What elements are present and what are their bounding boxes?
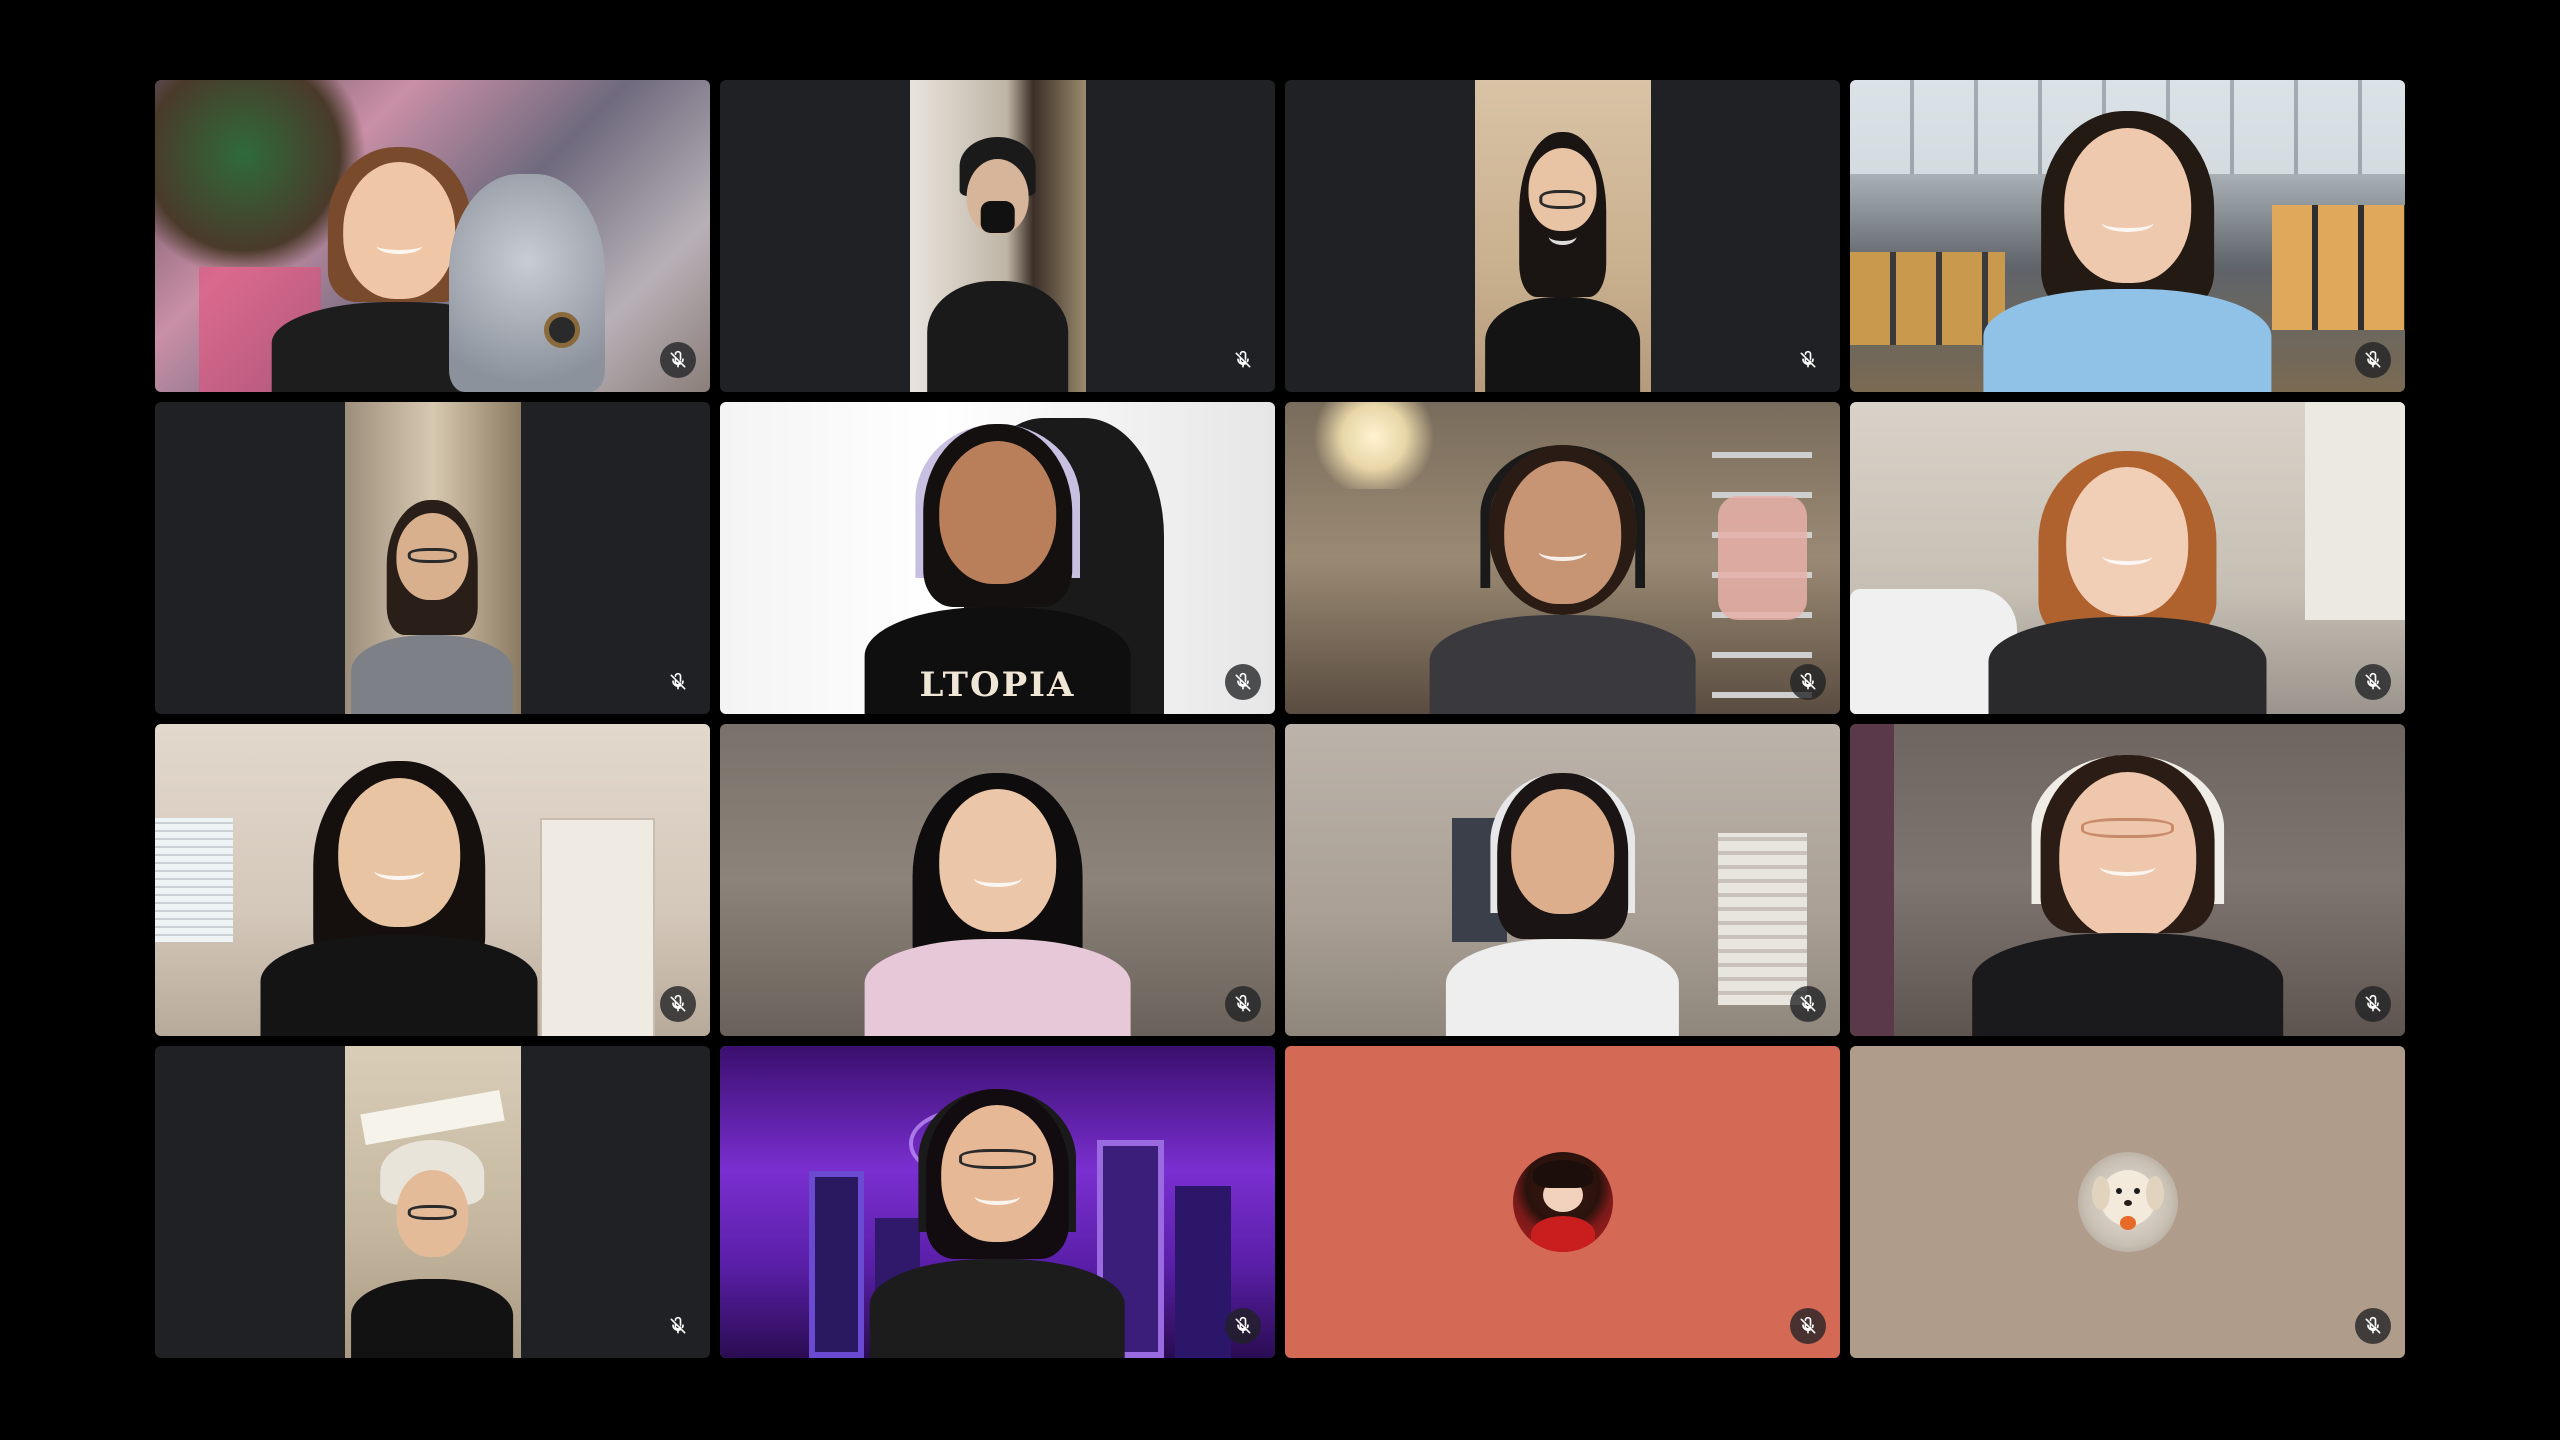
- participant-video: [155, 724, 710, 1036]
- mic-off-icon: [660, 1308, 696, 1344]
- participant-tile-15-camera-off[interactable]: [1285, 1046, 1840, 1358]
- participant-tile-9[interactable]: [155, 724, 710, 1036]
- avatar: [2077, 1152, 2178, 1252]
- participant-tile-2[interactable]: [720, 80, 1275, 392]
- participant-tile-13[interactable]: [155, 1046, 710, 1358]
- participant-video: [1850, 80, 2405, 392]
- participant-tile-7[interactable]: [1285, 402, 1840, 714]
- participant-video: [344, 1046, 521, 1358]
- participant-tile-8[interactable]: [1850, 402, 2405, 714]
- participant-tile-10[interactable]: [720, 724, 1275, 1036]
- mic-off-icon: [2355, 1308, 2391, 1344]
- mic-off-icon: [1790, 986, 1826, 1022]
- participant-tile-3[interactable]: [1285, 80, 1840, 392]
- avatar: [1512, 1152, 1613, 1252]
- mic-off-icon: [1790, 664, 1826, 700]
- participant-video: [1474, 80, 1651, 392]
- mic-off-icon: [660, 664, 696, 700]
- participant-tile-14-active-speaker[interactable]: [720, 1046, 1275, 1358]
- mic-off-icon: [1225, 342, 1261, 378]
- mic-off-icon: [1790, 1308, 1826, 1344]
- participant-video: [155, 80, 710, 392]
- participant-video: [909, 80, 1086, 392]
- mic-off-icon: [1225, 664, 1261, 700]
- participant-video: [1285, 402, 1840, 714]
- participant-video: [720, 1046, 1275, 1358]
- participant-tile-16-camera-off[interactable]: [1850, 1046, 2405, 1358]
- mic-off-icon: [2355, 986, 2391, 1022]
- participant-video: LTOPIA: [720, 402, 1275, 714]
- participant-tile-12[interactable]: [1850, 724, 2405, 1036]
- mic-off-icon: [1225, 986, 1261, 1022]
- participant-tile-4[interactable]: [1850, 80, 2405, 392]
- participant-video: [344, 402, 521, 714]
- mic-off-icon: [1790, 342, 1826, 378]
- participant-video: [1850, 402, 2405, 714]
- participant-video: [720, 724, 1275, 1036]
- mic-off-icon: [660, 986, 696, 1022]
- video-call-stage: LTOPIA: [0, 0, 2560, 1440]
- mic-off-icon: [1225, 1308, 1261, 1344]
- participant-tile-5[interactable]: [155, 402, 710, 714]
- shirt-text: LTOPIA: [919, 665, 1076, 706]
- participant-video: [1285, 724, 1840, 1036]
- mic-off-icon: [2355, 664, 2391, 700]
- mic-off-icon: [660, 342, 696, 378]
- participant-grid: LTOPIA: [155, 80, 2405, 1358]
- participant-tile-1[interactable]: [155, 80, 710, 392]
- participant-tile-11[interactable]: [1285, 724, 1840, 1036]
- mic-off-icon: [2355, 342, 2391, 378]
- participant-tile-6[interactable]: LTOPIA: [720, 402, 1275, 714]
- participant-video: [1850, 724, 2405, 1036]
